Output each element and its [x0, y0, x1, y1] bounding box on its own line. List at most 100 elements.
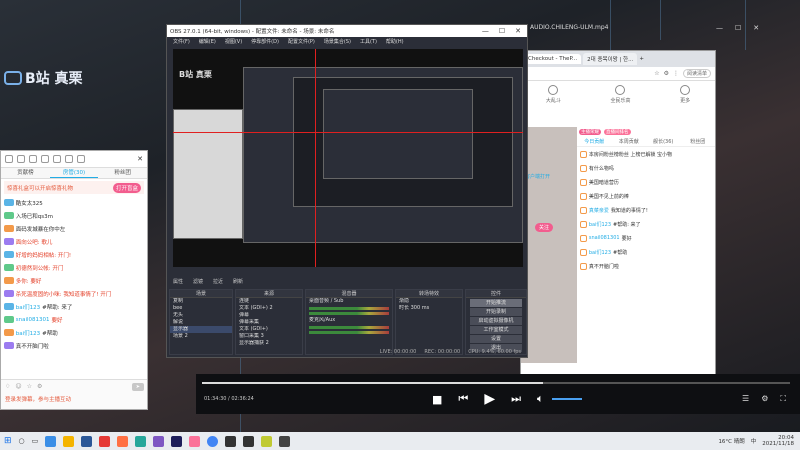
open-box-button[interactable]: 打开盲盒 — [112, 182, 141, 193]
premiere-icon[interactable] — [171, 435, 183, 447]
properties-button[interactable]: 属性 — [173, 278, 183, 285]
studio-mode-button[interactable]: 工作室模式 — [470, 326, 522, 334]
chat-tool-icon[interactable] — [29, 155, 37, 163]
tab-week[interactable]: 本周贡献 — [612, 137, 647, 146]
source-item[interactable]: 窗口采集 3 — [236, 333, 302, 340]
menu-view[interactable]: 视图(V) — [225, 37, 242, 47]
menu-file[interactable]: 文件(F) — [173, 37, 190, 47]
gift-icon[interactable]: ♢ — [5, 383, 10, 390]
settings-icon[interactable]: ⚙ — [761, 394, 768, 404]
virtual-camera-button[interactable]: 启动虚拟摄像机 — [470, 317, 522, 325]
follow-button[interactable]: 关注 — [535, 223, 554, 232]
stop-icon[interactable]: ■ — [432, 393, 442, 406]
weather[interactable]: 16°C 晴朗 — [718, 437, 744, 445]
tab-contribution[interactable]: 贡献榜 — [1, 168, 50, 178]
app-icon[interactable] — [135, 435, 147, 447]
scene-item[interactable]: 显示器 — [170, 326, 232, 333]
maximize-icon[interactable]: ☐ — [499, 27, 505, 35]
bilibili-icon[interactable] — [189, 435, 201, 447]
browser-tab[interactable]: Checkout - TheP... — [524, 54, 582, 64]
minimize-icon[interactable]: — — [716, 24, 723, 32]
chrome-icon[interactable] — [207, 435, 219, 447]
app-icon[interactable] — [279, 435, 291, 447]
zoom-button[interactable]: 拉近 — [213, 278, 223, 285]
tab-admins[interactable]: 房管(30) — [49, 168, 99, 178]
ime-indicator[interactable]: 中 — [751, 437, 757, 445]
settings-icon[interactable]: ⚙ — [37, 383, 42, 390]
menu-help[interactable]: 帮助(H) — [386, 37, 404, 47]
chat-tool-icon[interactable] — [5, 155, 13, 163]
chat-username[interactable]: bai们123 — [16, 329, 40, 337]
more-menu-icon[interactable]: ⋮ — [673, 70, 679, 77]
close-icon[interactable]: ✕ — [137, 155, 143, 163]
scene-item[interactable]: 无头 — [170, 312, 232, 319]
folder-icon[interactable] — [63, 435, 75, 447]
chat-tool-icon[interactable] — [41, 155, 49, 163]
source-item[interactable]: 弹幕 — [236, 312, 302, 319]
app-icon[interactable] — [153, 435, 165, 447]
chat-input[interactable]: 登录发弹幕，参与主播互动 — [1, 393, 147, 405]
volume-icon[interactable]: 🔈︎ — [537, 392, 544, 406]
settings-button[interactable]: 设置 — [470, 335, 522, 343]
start-icon[interactable]: ⊞ — [4, 436, 12, 446]
playlist-icon[interactable]: ☰ — [742, 394, 749, 404]
volume-slider[interactable] — [551, 398, 582, 400]
close-icon[interactable]: ✕ — [515, 27, 521, 35]
source-item[interactable]: 弹幕采集 — [236, 319, 302, 326]
scene-item[interactable]: 复制 — [170, 298, 232, 305]
source-item[interactable]: 连链 — [236, 298, 302, 305]
chat-tool-icon[interactable] — [53, 155, 61, 163]
browser-tab[interactable]: 2대 종목이왕 | 한... — [583, 53, 638, 65]
obs-icon[interactable] — [225, 435, 237, 447]
nav-item[interactable]: 大乱斗 — [546, 85, 561, 117]
menu-edit[interactable]: 编辑(E) — [199, 37, 216, 47]
app-icon[interactable] — [45, 435, 57, 447]
seek-bar[interactable] — [202, 382, 790, 384]
play-icon[interactable]: ▶ — [484, 391, 495, 407]
chat-tool-icon[interactable] — [65, 155, 73, 163]
nav-item[interactable]: 全民乐高 — [610, 85, 630, 117]
menu-profile[interactable]: 配置文件(P) — [288, 37, 315, 47]
source-item[interactable]: 文本 (GDI+) — [236, 326, 302, 333]
start-recording-button[interactable]: 开始录制 — [470, 308, 522, 316]
app-icon[interactable] — [261, 435, 273, 447]
task-view-icon[interactable]: ▭ — [32, 437, 39, 445]
reading-list-button[interactable]: 阅读清单 — [682, 69, 711, 78]
app-icon[interactable] — [243, 435, 255, 447]
emoji-icon[interactable]: ☺ — [15, 383, 21, 390]
start-streaming-button[interactable]: 开始推流 — [470, 299, 522, 307]
tab-captains[interactable]: 舰长(36) — [646, 137, 681, 146]
clock[interactable]: 20:04 2021/11/18 — [762, 435, 794, 447]
tab-fans[interactable]: 粉丝团 — [681, 137, 716, 146]
chat-tool-icon[interactable] — [17, 155, 25, 163]
nav-item[interactable]: 更多 — [680, 85, 690, 117]
obs-preview[interactable]: B站 真栗 — [173, 49, 523, 267]
scene-item[interactable]: 解说 — [170, 319, 232, 326]
app-icon[interactable] — [117, 435, 129, 447]
chat-username[interactable]: snail081301 — [589, 235, 620, 241]
search-icon[interactable]: ○ — [19, 437, 25, 445]
chat-username[interactable]: bai们123 — [589, 221, 611, 228]
minimize-icon[interactable]: — — [482, 27, 489, 35]
extensions-icon[interactable]: ⚙ — [664, 70, 669, 77]
client-open-link[interactable]: 客户端打开 — [525, 173, 550, 180]
app-icon[interactable] — [99, 435, 111, 447]
send-button[interactable]: ➤ — [131, 383, 144, 391]
previous-icon[interactable]: ⏮ — [458, 392, 468, 406]
transition-select[interactable]: 渐隐 — [396, 298, 462, 305]
source-item[interactable]: 文本 (GDI+) 2 — [236, 305, 302, 312]
scene-item[interactable]: 场景 2 — [170, 333, 232, 340]
source-item[interactable]: 显示器捕获 2 — [236, 340, 302, 347]
menu-scene-collection[interactable]: 场景集合(S) — [324, 37, 351, 47]
menu-docks[interactable]: 停靠部件(D) — [251, 37, 279, 47]
close-icon[interactable]: ✕ — [753, 24, 759, 32]
fullscreen-icon[interactable]: ⛶ — [780, 394, 786, 404]
menu-tools[interactable]: 工具(T) — [360, 37, 377, 47]
scene-item[interactable]: bee — [170, 305, 232, 312]
app-icon[interactable] — [81, 435, 93, 447]
bookmark-star-icon[interactable]: ☆ — [654, 70, 659, 77]
star-icon[interactable]: ☆ — [27, 383, 32, 390]
chat-username[interactable]: 真菜亲爱 — [589, 207, 609, 214]
chat-username[interactable]: bai们123 — [589, 249, 611, 256]
refresh-button[interactable]: 刷新 — [233, 278, 243, 285]
